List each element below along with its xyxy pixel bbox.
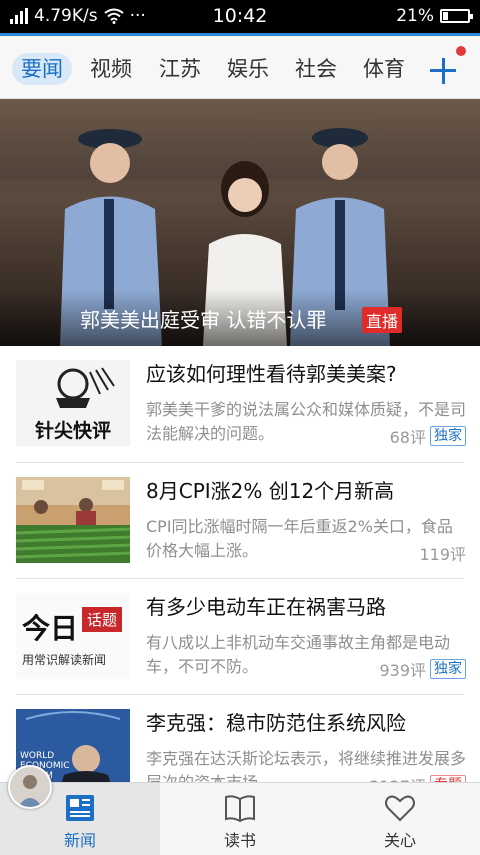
battery-icon: [440, 9, 473, 23]
comment-count: 68评: [389, 428, 426, 447]
tab-yaowen[interactable]: 要闻: [12, 53, 72, 85]
comment-count: 119评: [419, 545, 466, 564]
article-thumbnail: 今日 话题 用常识解读新闻: [16, 593, 130, 679]
comment-count: 939评: [379, 661, 426, 680]
needle-review-logo: 针尖快评: [35, 367, 115, 442]
status-right: 21%: [396, 6, 473, 26]
article-title: 有多少电动车正在祸害马路: [146, 595, 386, 619]
book-icon: [225, 795, 255, 823]
exclusive-badge: 独家: [430, 659, 466, 679]
live-badge: 直播: [362, 307, 403, 333]
news-item[interactable]: 今日 话题 用常识解读新闻 有多少电动车正在祸害马路 有八成以上非机动车交通事故…: [0, 579, 480, 695]
article-thumbnail: 针尖快评: [16, 360, 130, 446]
status-bar: 4.79K/s ··· 10:42 21%: [0, 0, 480, 33]
newspaper-icon: [66, 795, 94, 821]
plus-icon: [430, 58, 456, 84]
nav-care[interactable]: 关心: [320, 783, 480, 855]
tab-sports[interactable]: 体育: [363, 53, 405, 85]
article-title: 应该如何理性看待郭美美案?: [146, 362, 397, 386]
news-item[interactable]: 8月CPI涨2% 创12个月新高 CPI同比涨幅时隔一年后重返2%关口，食品价格…: [0, 463, 480, 579]
article-title: 8月CPI涨2% 创12个月新高: [146, 479, 395, 503]
tab-jiangsu[interactable]: 江苏: [159, 53, 201, 85]
news-item[interactable]: 针尖快评 应该如何理性看待郭美美案? 郭美美干爹的说法属公众和媒体质疑，不是司法…: [0, 346, 480, 462]
nav-reading[interactable]: 读书: [160, 783, 320, 855]
nav-label: 读书: [223, 831, 256, 850]
article-title: 李克强：稳市防范住系统风险: [146, 711, 406, 735]
user-avatar-icon: [18, 775, 42, 807]
tab-video[interactable]: 视频: [90, 53, 132, 85]
thumb-subtitle: 用常识解读新闻: [22, 653, 107, 667]
thumb-title: 今日: [22, 612, 79, 645]
thumb-caption: 针尖快评: [35, 419, 111, 442]
vegetable-market-photo: [16, 477, 130, 563]
thumb-badge: 话题: [82, 607, 123, 632]
tab-society[interactable]: 社会: [295, 53, 337, 85]
nav-label: 关心: [383, 831, 416, 850]
hero-title[interactable]: 郭美美出庭受审 认错不认罪: [80, 304, 326, 333]
bottom-navigation: 新闻 读书 关心: [0, 782, 480, 855]
category-tab-bar: 要闻 视频 江苏 娱乐 社会 体育: [0, 36, 480, 99]
floating-avatar[interactable]: [8, 765, 52, 809]
notification-dot: [456, 46, 466, 56]
add-channel-button[interactable]: [416, 46, 472, 90]
battery-percent: 21%: [396, 6, 434, 26]
tab-entertainment[interactable]: 娱乐: [227, 53, 269, 85]
article-thumbnail: [16, 477, 130, 563]
nav-label: 新闻: [63, 831, 96, 850]
heart-icon: [385, 795, 415, 822]
exclusive-badge: 独家: [430, 426, 466, 446]
article-summary: CPI同比涨幅时隔一年后重返2%关口，食品价格大幅上涨。: [146, 517, 453, 560]
